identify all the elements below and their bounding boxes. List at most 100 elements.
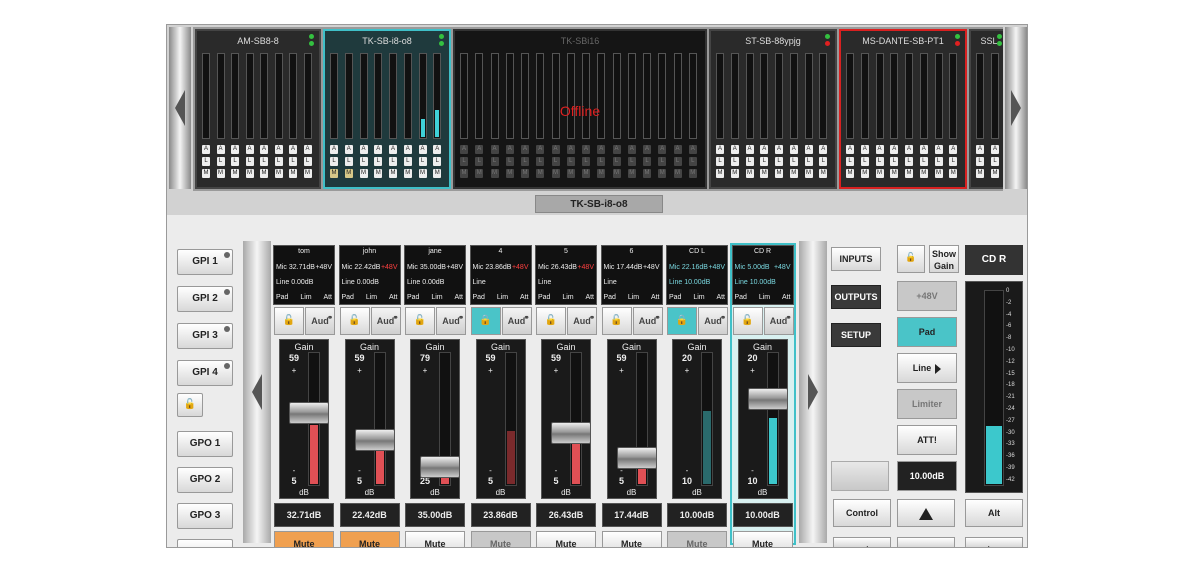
device-card[interactable]: ST-SB-88ypjg A A A A A A A A L L L L L L L L M M M M M M M M <box>709 29 837 189</box>
device-card[interactable]: SSL A A L L M M <box>969 29 1003 189</box>
strip-l-button[interactable]: L <box>991 157 999 166</box>
strip-m-button[interactable]: M <box>730 169 739 178</box>
channel-header[interactable]: john Mic 22.42dB +48V Line 0.00dB Pad Lim Att <box>338 245 401 305</box>
strip-a-button[interactable]: A <box>460 145 468 154</box>
channel-lock-button[interactable]: 🔓 <box>536 307 566 335</box>
strip-l-button[interactable]: L <box>344 157 353 166</box>
gpo-button[interactable]: GPO 2 <box>177 467 233 493</box>
tab-inputs[interactable]: INPUTS <box>831 247 881 271</box>
strip-m-button[interactable]: M <box>688 169 697 178</box>
strip-a-button[interactable]: A <box>418 145 427 154</box>
gpo-button[interactable]: GPO 1 <box>177 431 233 457</box>
channel-strip[interactable]: john Mic 22.42dB +48V Line 0.00dB Pad Lim Att 🔓… <box>338 245 401 547</box>
strip-a-button[interactable]: A <box>433 145 442 154</box>
channels-scroll-right-button[interactable] <box>799 241 827 543</box>
channel-lock-button[interactable]: 🔒 <box>470 307 501 335</box>
pad-button[interactable]: Pad <box>897 317 957 347</box>
strip-l-button[interactable]: L <box>819 157 828 166</box>
strip-m-button[interactable]: M <box>597 169 606 178</box>
strip-l-button[interactable]: L <box>245 157 254 166</box>
line-button[interactable]: Line <box>897 353 957 383</box>
channel-header[interactable]: 4 Mic 23.86dB +48V Line Pad Lim Att <box>469 245 532 305</box>
strip-m-button[interactable]: M <box>643 169 651 178</box>
strip-a-button[interactable]: A <box>303 145 312 154</box>
gain-fader[interactable]: Gain 59 + -5 dB <box>279 339 329 499</box>
strip-m-button[interactable]: M <box>460 169 468 178</box>
strip-m-button[interactable]: M <box>260 169 268 178</box>
strip-m-button[interactable]: M <box>475 169 484 178</box>
strip-l-button[interactable]: L <box>745 157 754 166</box>
strip-m-button[interactable]: M <box>745 169 754 178</box>
strip-a-button[interactable]: A <box>760 145 769 154</box>
strip-a-button[interactable]: A <box>216 145 225 154</box>
strip-l-button[interactable]: L <box>875 157 884 166</box>
strip-m-button[interactable]: M <box>976 169 984 178</box>
strip-m-button[interactable]: M <box>919 169 928 178</box>
aud-button[interactable]: Aud ⚭ <box>436 307 466 335</box>
strip-l-button[interactable]: L <box>274 157 283 166</box>
gpo-lock-button[interactable]: 🔓 <box>177 393 203 417</box>
fader-knob[interactable] <box>420 455 460 478</box>
gpo-button[interactable]: GPO 3 <box>177 503 233 529</box>
strip-m-button[interactable]: M <box>627 169 636 178</box>
strip-l-button[interactable]: L <box>490 157 499 166</box>
gain-fader[interactable]: Gain79+-25dB <box>410 339 460 499</box>
aud-button[interactable]: Aud ⚭ <box>501 307 532 335</box>
fader-knob[interactable] <box>616 446 657 469</box>
aud-button[interactable]: Aud ⚭ <box>763 307 794 335</box>
strip-m-button[interactable]: M <box>612 169 621 178</box>
tab-outputs[interactable]: OUTPUTS <box>831 285 881 309</box>
strip-a-button[interactable]: A <box>860 145 869 154</box>
gain-fader[interactable]: Gain 59 + -5 dB <box>606 339 657 499</box>
strip-a-button[interactable]: A <box>846 145 854 154</box>
strip-m-button[interactable]: M <box>433 169 442 178</box>
strip-a-button[interactable]: A <box>627 145 636 154</box>
strip-l-button[interactable]: L <box>919 157 928 166</box>
strip-a-button[interactable]: A <box>551 145 560 154</box>
strip-a-button[interactable]: A <box>789 145 798 154</box>
strip-m-button[interactable]: M <box>819 169 828 178</box>
strip-m-button[interactable]: M <box>490 169 499 178</box>
strip-l-button[interactable]: L <box>905 157 913 166</box>
channel-lock-button[interactable]: 🔓 <box>339 307 370 335</box>
strip-m-button[interactable]: M <box>673 169 682 178</box>
strip-a-button[interactable]: A <box>403 145 412 154</box>
gpi-button[interactable]: GPI 3 <box>177 323 233 349</box>
device-card[interactable]: TK-SBi16 A A A A A A A A A A A A A A A A L L L L L L L L L L L L L L L L… <box>453 29 707 189</box>
strip-m-button[interactable]: M <box>890 169 899 178</box>
strip-m-button[interactable]: M <box>216 169 225 178</box>
mute-button[interactable]: Mute <box>601 531 662 547</box>
channel-strip[interactable]: jane Mic 35.00dB +48V Line 0.00dB Pad Lim Att 🔓… <box>404 245 466 547</box>
channel-lock-button[interactable]: 🔓 <box>601 307 632 335</box>
strip-m-button[interactable]: M <box>289 169 297 178</box>
strip-l-button[interactable]: L <box>475 157 484 166</box>
strip-l-button[interactable]: L <box>890 157 899 166</box>
gain-fader[interactable]: Gain 59 + -5 dB <box>344 339 395 499</box>
mute-button[interactable]: Mute <box>339 531 400 547</box>
strip-l-button[interactable]: L <box>976 157 984 166</box>
strip-l-button[interactable]: L <box>658 157 667 166</box>
strip-a-button[interactable]: A <box>934 145 943 154</box>
strip-a-button[interactable]: A <box>875 145 884 154</box>
fader-knob[interactable] <box>747 387 788 410</box>
channel-lock-button[interactable]: 🔓 <box>405 307 435 335</box>
strip-l-button[interactable]: L <box>582 157 590 166</box>
strip-m-button[interactable]: M <box>582 169 590 178</box>
strip-l-button[interactable]: L <box>804 157 813 166</box>
fader-knob[interactable] <box>289 402 329 425</box>
strip-l-button[interactable]: L <box>418 157 427 166</box>
strip-m-button[interactable]: M <box>418 169 427 178</box>
strip-l-button[interactable]: L <box>934 157 943 166</box>
strip-a-button[interactable]: A <box>991 145 999 154</box>
strip-a-button[interactable]: A <box>490 145 499 154</box>
strip-a-button[interactable]: A <box>688 145 697 154</box>
strip-m-button[interactable]: M <box>403 169 412 178</box>
strip-a-button[interactable]: A <box>976 145 984 154</box>
strip-l-button[interactable]: L <box>303 157 312 166</box>
strip-m-button[interactable]: M <box>274 169 283 178</box>
strip-a-button[interactable]: A <box>612 145 621 154</box>
device-card[interactable]: AM-SB8-8 A A A A A A A A L L L L L L L L M M M M M M M M <box>195 29 321 189</box>
strip-m-button[interactable]: M <box>991 169 999 178</box>
strip-l-button[interactable]: L <box>505 157 514 166</box>
mute-button[interactable]: Mute <box>470 531 531 547</box>
